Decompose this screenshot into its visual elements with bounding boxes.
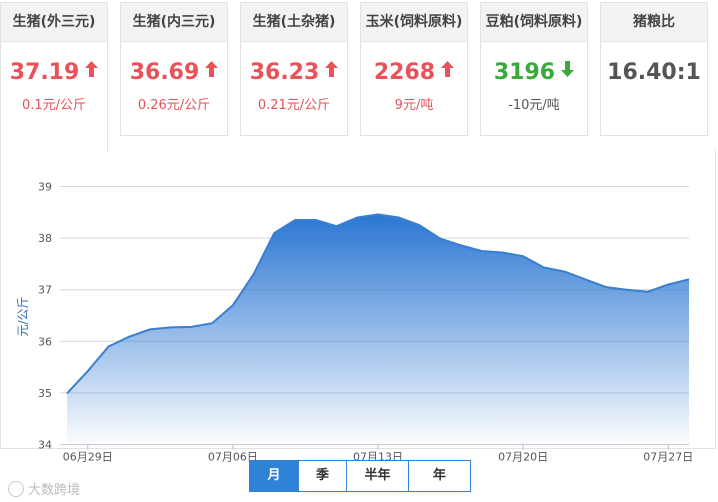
card-value: 3196 xyxy=(481,58,587,88)
card-title: 生猪(土杂猪) xyxy=(241,3,347,42)
card-value: 16.40:1 xyxy=(607,60,701,85)
y-tick-label: 34 xyxy=(38,439,52,452)
period-halfyear-button[interactable]: 半年 xyxy=(346,461,408,491)
period-quarter-button[interactable]: 季 xyxy=(298,461,346,491)
period-year-button[interactable]: 年 xyxy=(408,461,470,491)
card-title: 豆粕(饲料原料) xyxy=(481,3,587,42)
y-tick-label: 36 xyxy=(38,335,52,348)
card-title: 生猪(外三元) xyxy=(1,3,107,42)
card-pig-outer[interactable]: 生猪(外三元) 37.19 0.1元/公斤 xyxy=(0,2,108,151)
watermark: 大数跨境 xyxy=(8,479,80,498)
price-area-chart: 343536373839 06月29日 07月06日 07月13日 07月20日 07月… xyxy=(16,181,693,464)
card-corn[interactable]: 玉米(饲料原料) 2268 9元/吨 xyxy=(360,2,468,136)
arrow-up-icon xyxy=(85,56,99,86)
card-soymeal[interactable]: 豆粕(饲料原料) 3196 -10元/吨 xyxy=(480,2,588,136)
x-tick-label: 06月29日 xyxy=(63,451,113,464)
arrow-up-icon xyxy=(441,56,455,86)
card-title: 猪粮比 xyxy=(601,3,707,42)
watermark-logo-icon xyxy=(8,480,24,497)
card-pig-grain-ratio[interactable]: 猪粮比 16.40:1 xyxy=(600,2,708,136)
card-change: -10元/吨 xyxy=(508,98,560,113)
card-change: 0.21元/公斤 xyxy=(257,98,331,113)
card-pig-local[interactable]: 生猪(土杂猪) 36.23 0.21元/公斤 xyxy=(240,2,348,136)
card-change: 0.26元/公斤 xyxy=(137,98,211,113)
arrow-up-icon xyxy=(205,56,219,86)
y-tick-label: 38 xyxy=(38,232,52,245)
arrow-up-icon xyxy=(325,56,339,86)
card-change: 0.1元/公斤 xyxy=(21,98,87,113)
series-area xyxy=(67,214,689,445)
card-value: 36.23 xyxy=(241,58,347,88)
card-title: 生猪(内三元) xyxy=(121,3,227,42)
arrow-down-icon xyxy=(561,56,575,86)
card-change: 9元/吨 xyxy=(394,98,434,113)
card-title: 玉米(饲料原料) xyxy=(361,3,467,42)
y-tick-labels: 34 35 36 37 38 39 xyxy=(38,181,52,452)
x-tick-label: 07月20日 xyxy=(498,451,548,464)
x-tick-label: 07月27日 xyxy=(643,451,693,464)
card-value: 37.19 xyxy=(1,58,107,88)
card-value: 36.69 xyxy=(121,58,227,88)
y-tick-label: 37 xyxy=(38,284,52,297)
period-switcher: 月 季 半年 年 xyxy=(249,460,471,492)
period-month-button[interactable]: 月 xyxy=(250,461,298,491)
card-pig-inner[interactable]: 生猪(内三元) 36.69 0.26元/公斤 xyxy=(120,2,228,136)
price-cards: 生猪(外三元) 37.19 0.1元/公斤 生猪(内三元) 36.69 0.26… xyxy=(0,0,718,151)
y-tick-label: 35 xyxy=(38,387,52,400)
card-value: 2268 xyxy=(361,58,467,88)
watermark-text: 大数跨境 xyxy=(28,483,81,498)
y-tick-label: 39 xyxy=(38,181,52,194)
y-axis-label: 元/公斤 xyxy=(16,296,30,336)
